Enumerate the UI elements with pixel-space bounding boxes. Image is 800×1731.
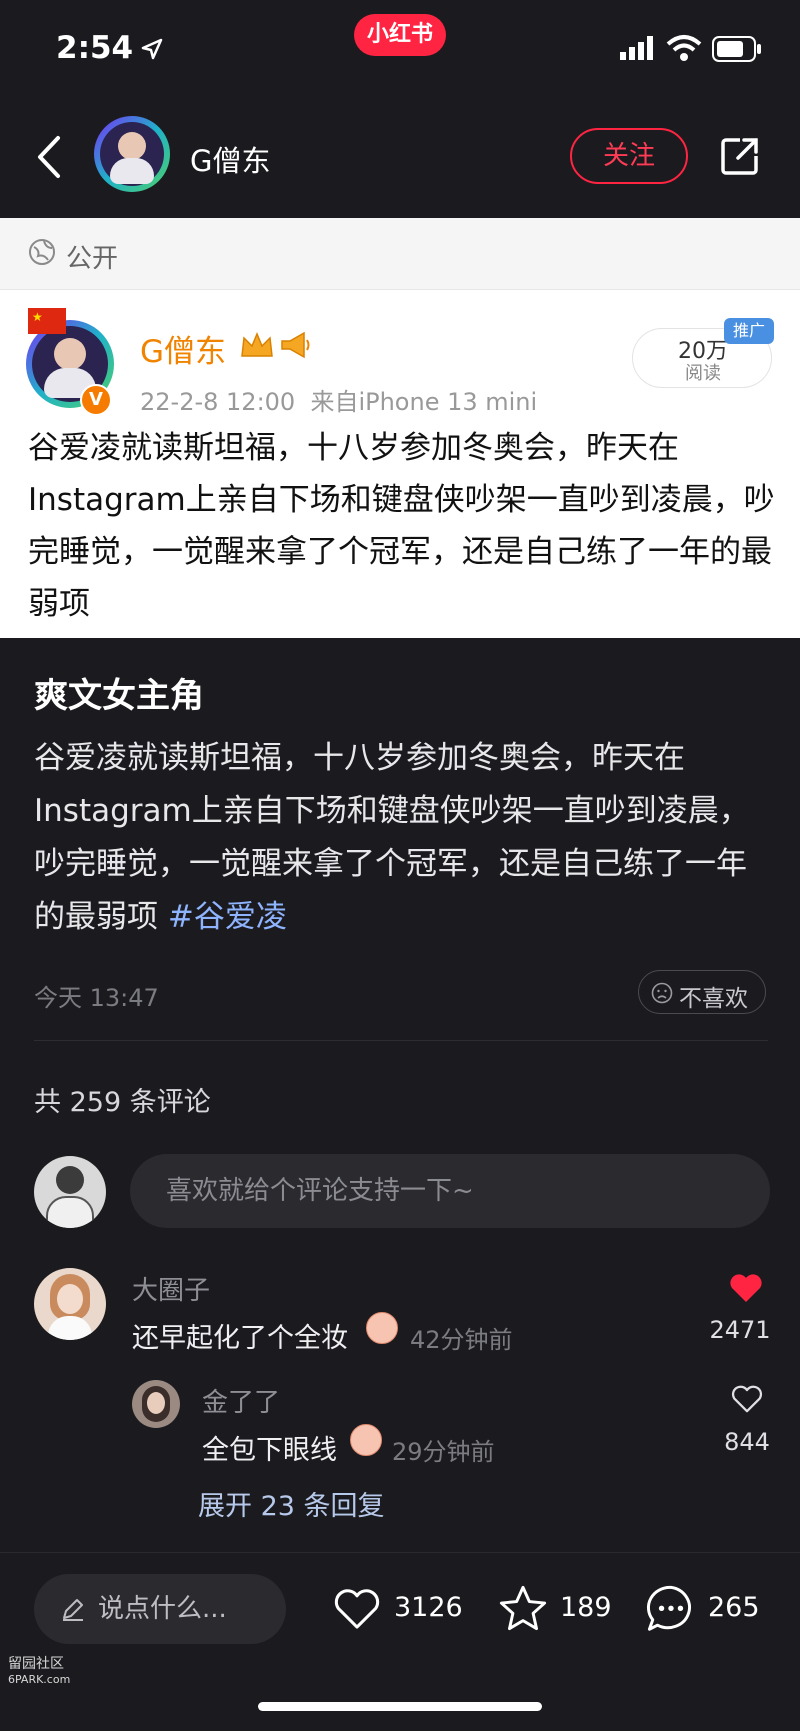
divider — [34, 1040, 768, 1041]
commenter-avatar[interactable] — [34, 1268, 106, 1340]
home-indicator — [258, 1702, 542, 1711]
dislike-button[interactable]: 不喜欢 — [638, 970, 766, 1014]
star-count: 189 — [560, 1592, 612, 1623]
author-avatar[interactable] — [94, 116, 170, 192]
share-icon[interactable] — [720, 136, 760, 176]
pencil-icon — [63, 1599, 83, 1621]
reply-time: 29分钟前 — [392, 1438, 495, 1466]
reply-like-count: 844 — [724, 1428, 770, 1456]
status-bar: 2:54 小红书 — [0, 0, 800, 100]
heart-filled-icon[interactable] — [728, 1272, 764, 1304]
comment-username[interactable]: 大圈子 — [132, 1270, 210, 1307]
blush-emoji-icon — [350, 1424, 382, 1456]
battery-icon — [712, 36, 761, 62]
sad-face-icon — [651, 982, 673, 1004]
note-time: 今天 13:47 — [34, 984, 159, 1012]
watermark-line2: 6PARK.com — [8, 1673, 71, 1686]
note-body-text: 谷爱凌就读斯坦福，十八岁参加冬奥会，昨天在Instagram上亲自下场和键盘侠吵… — [34, 740, 750, 935]
china-flag-icon: ★ — [28, 308, 66, 334]
promo-badge: 推广 — [724, 318, 774, 344]
crown-badge-icon — [241, 332, 273, 357]
heart-outline-icon[interactable] — [730, 1384, 764, 1414]
comment-time: 42分钟前 — [410, 1326, 513, 1354]
comment-count-bottom: 265 — [708, 1592, 760, 1623]
read-count-label: 阅读 — [685, 363, 721, 384]
like-icon[interactable] — [332, 1586, 382, 1632]
expand-replies-link[interactable]: 展开 23 条回复 — [198, 1484, 385, 1523]
hashtag-link[interactable]: #谷爱凌 — [168, 899, 287, 935]
verified-badge-icon: V — [80, 384, 112, 416]
follow-button[interactable]: 关注 — [570, 128, 688, 184]
wifi-icon — [666, 35, 702, 61]
reply-avatar[interactable] — [132, 1380, 180, 1428]
comment-input[interactable]: 喜欢就给个评论支持一下~ — [130, 1154, 770, 1228]
card-author-name: G僧东 — [140, 334, 227, 370]
note-title: 爽文女主角 — [34, 676, 204, 716]
comment-text: 还早起化了个全妆 — [132, 1323, 348, 1354]
star-icon[interactable] — [496, 1582, 550, 1636]
dislike-label: 不喜欢 — [679, 986, 748, 1012]
reply-text: 全包下眼线 — [202, 1435, 337, 1466]
reply-username[interactable]: 金了了 — [202, 1382, 280, 1419]
my-avatar — [34, 1156, 106, 1228]
cellular-signal-icon — [620, 36, 653, 60]
blush-emoji-icon — [366, 1312, 398, 1344]
visibility-label: 公开 — [66, 244, 119, 274]
app-logo: 小红书 — [354, 14, 446, 56]
card-post-text: 谷爱凌就读斯坦福，十八岁参加冬奥会，昨天在Instagram上亲自下场和键盘侠吵… — [28, 430, 775, 622]
status-time: 2:54 — [56, 30, 134, 66]
megaphone-icon — [281, 331, 310, 359]
note-body: 谷爱凌就读斯坦福，十八岁参加冬奥会，昨天在Instagram上亲自下场和键盘侠吵… — [34, 732, 774, 944]
card-date-source: 22-2-8 12:00 来自iPhone 13 mini — [140, 388, 538, 416]
watermark: 留园社区 6PARK.com — [8, 1656, 70, 1688]
comment-count: 共 259 条评论 — [34, 1087, 211, 1118]
like-count: 3126 — [394, 1592, 463, 1623]
location-arrow-icon — [141, 38, 163, 60]
watermark-line1: 留园社区 — [8, 1656, 64, 1672]
chevron-left-icon[interactable] — [34, 134, 62, 180]
author-name[interactable]: G僧东 — [190, 138, 270, 180]
comment-like-count: 2471 — [709, 1316, 771, 1344]
globe-icon — [29, 239, 55, 265]
comment-bubble-icon[interactable] — [644, 1582, 698, 1636]
